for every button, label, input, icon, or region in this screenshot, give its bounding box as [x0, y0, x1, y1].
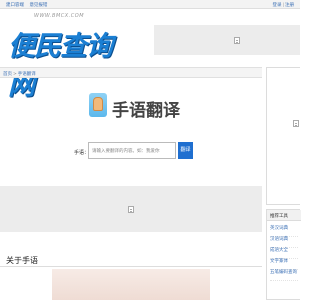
- auth-links: 登录|注册: [272, 2, 294, 8]
- middle-ad-banner[interactable]: [0, 186, 262, 232]
- breadcrumb-current[interactable]: 手语翻译: [18, 72, 36, 77]
- top-ad-banner[interactable]: [154, 25, 300, 55]
- breadcrumb: 首页>手语翻译: [0, 67, 262, 78]
- logo-domain: WWW.BMCX.COM: [34, 13, 85, 19]
- breadcrumb-arrow: >: [13, 72, 17, 77]
- tool-item[interactable]: 文字篆体: [270, 259, 298, 270]
- search-label: 手语：: [74, 150, 90, 156]
- ad-placeholder-icon: [293, 120, 299, 127]
- ad-placeholder-icon: [234, 37, 240, 44]
- ad-placeholder-icon: [128, 206, 134, 213]
- hand-sign-icon: [89, 93, 107, 117]
- tools-list: 英汉词典 汉语词典 成语大全 文字篆体 五笔编码查询: [270, 226, 298, 281]
- tool-item[interactable]: 汉语词典: [270, 237, 298, 248]
- tool-item[interactable]: 成语大全: [270, 248, 298, 259]
- section-divider: [0, 266, 262, 267]
- tool-item[interactable]: 五笔编码查询: [270, 270, 298, 281]
- top-bar: 建口容端 意见报错 登录|注册: [0, 0, 300, 9]
- login-link[interactable]: 登录: [272, 3, 281, 8]
- hand-shape: [93, 97, 103, 111]
- sidebar-ad[interactable]: [266, 67, 300, 205]
- site-logo[interactable]: WWW.BMCX.COM 便民查询网: [4, 12, 120, 101]
- register-link[interactable]: 注册: [285, 3, 294, 8]
- section-title: 关于手语: [6, 256, 38, 265]
- page-title: 手语翻译: [112, 101, 180, 121]
- tool-item[interactable]: 英汉词典: [270, 226, 298, 237]
- top-link-client[interactable]: 建口容端: [6, 3, 24, 8]
- translate-button[interactable]: 翻译: [178, 142, 193, 159]
- top-links: 建口容端 意见报错: [6, 2, 51, 8]
- auth-separator: |: [282, 3, 284, 8]
- search-input[interactable]: 请输入要翻译的内容。如：我爱你: [88, 142, 176, 159]
- tools-panel: 推荐工具 英汉词典 汉语词典 成语大全 文字篆体 五笔编码查询: [266, 209, 301, 300]
- section-image: [52, 269, 210, 300]
- tools-title: 推荐工具: [267, 210, 301, 221]
- top-link-feedback[interactable]: 意见报错: [29, 3, 47, 8]
- breadcrumb-home[interactable]: 首页: [3, 72, 12, 77]
